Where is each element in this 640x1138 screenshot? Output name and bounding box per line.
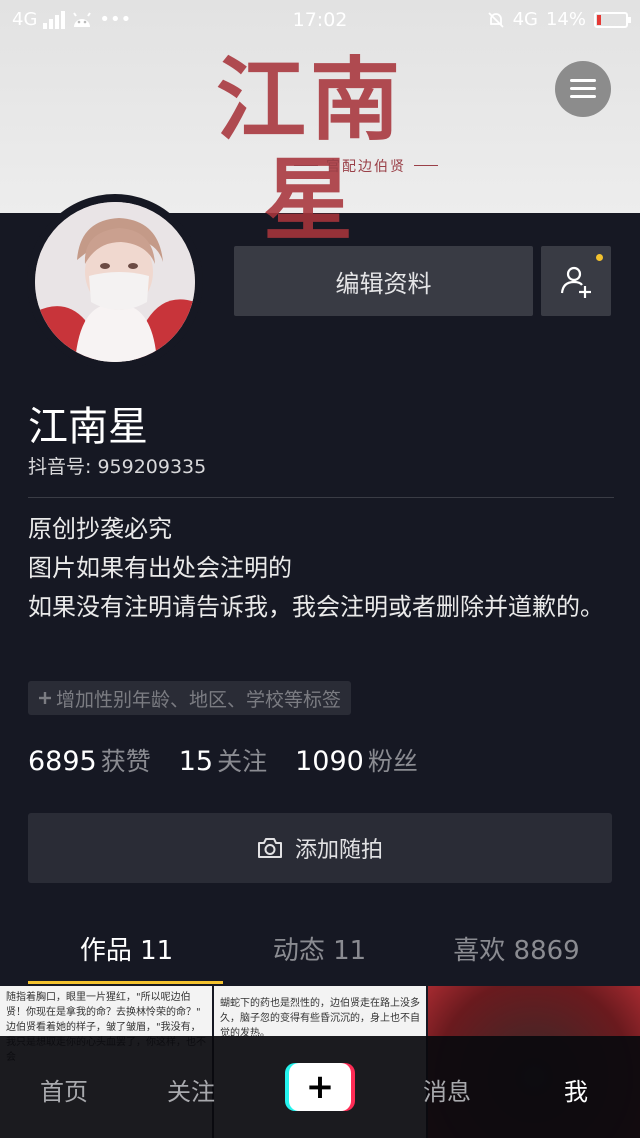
tab-works[interactable]: 作品 11 [20, 930, 233, 967]
mute-bell-icon [487, 11, 504, 28]
edit-profile-button[interactable]: 编辑资料 [234, 246, 533, 316]
network-type-right: 4G [512, 9, 538, 30]
add-friend-button[interactable] [541, 246, 611, 316]
add-tags-button[interactable]: 增加性别年龄、地区、学校等标签 [28, 681, 352, 715]
nav-me[interactable]: 我 [526, 1072, 626, 1107]
profile-bio: 原创抄袭必究 图片如果有出处会注明的 如果没有注明请告诉我，我会注明或者删除并道… [28, 510, 618, 627]
add-snapshot-button[interactable]: 添加随拍 [28, 813, 612, 883]
bio-line: 如果没有注明请告诉我，我会注明或者删除并道歉的。 [28, 593, 604, 621]
divider [28, 497, 614, 498]
add-snapshot-label: 添加随拍 [294, 838, 383, 863]
bio-line: 原创抄袭必究 [28, 515, 172, 543]
plus-icon [39, 692, 51, 704]
battery-icon [594, 11, 631, 28]
banner-logo-subtitle: 官配边伯贤 [294, 156, 438, 176]
status-bar: 4G ••• 17:02 4G 14% [0, 0, 640, 42]
content-tabs: 作品 11 动态 11 喜欢 8869 [0, 918, 640, 984]
avatar[interactable] [27, 194, 203, 370]
battery-percent: 14% [545, 9, 586, 30]
stat-following[interactable]: 15 关注 [179, 742, 267, 778]
avatar-image [35, 202, 195, 362]
add-user-icon [560, 266, 591, 298]
stat-number: 6895 [28, 746, 97, 777]
tab-activity[interactable]: 动态 11 [213, 930, 426, 967]
active-tab-indicator [28, 981, 223, 984]
nav-home[interactable]: 首页 [14, 1072, 114, 1107]
stat-number: 15 [178, 746, 214, 777]
nav-messages[interactable]: 消息 [397, 1072, 497, 1107]
stat-number: 1090 [295, 746, 364, 777]
stat-likes[interactable]: 6895 获赞 [28, 742, 151, 778]
profile-name: 江南星 [28, 404, 148, 450]
add-tags-label: 增加性别年龄、地区、学校等标签 [56, 688, 342, 711]
stat-label: 获赞 [100, 747, 151, 776]
banner-logo-title: 江南星 [216, 47, 404, 253]
stat-followers[interactable]: 1090 粉丝 [295, 742, 418, 778]
hamburger-icon [570, 79, 596, 99]
stat-label: 粉丝 [367, 747, 418, 776]
bio-line: 图片如果有出处会注明的 [28, 554, 292, 582]
menu-button[interactable] [555, 61, 611, 117]
bottom-navigation: 首页 关注 + 消息 我 [0, 1036, 640, 1138]
stat-label: 关注 [217, 747, 268, 776]
create-video-button[interactable]: + [285, 1063, 355, 1111]
profile-stats: 6895 获赞 15 关注 1090 粉丝 [28, 742, 418, 778]
nav-following[interactable]: 关注 [141, 1072, 241, 1107]
notification-dot [596, 254, 603, 261]
camera-icon [257, 838, 282, 858]
tab-likes[interactable]: 喜欢 8869 [410, 930, 623, 967]
plus-icon: + [289, 1063, 351, 1111]
douyin-id: 抖音号: 959209335 [28, 456, 207, 478]
